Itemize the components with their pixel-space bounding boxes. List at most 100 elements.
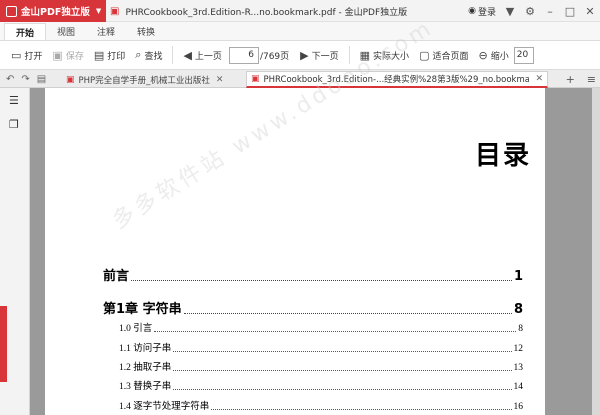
toolbar-divider — [172, 46, 174, 64]
toc-heading: 目录 — [475, 141, 532, 171]
toc-entry-page: 8 — [513, 302, 523, 317]
maximize-button[interactable]: □ — [560, 0, 580, 22]
tab-bar-actions: + ≡ — [566, 70, 596, 88]
printer-icon: ▤ — [93, 48, 105, 62]
prev-page-label: 上一页 — [194, 51, 222, 62]
fit-page-label: 适合页面 — [432, 51, 469, 62]
fit-page-button[interactable]: ▢ 适合页面 — [414, 44, 473, 66]
print-button[interactable]: ▤ 打印 — [89, 44, 130, 66]
window-controls: ◉ 登录 ▼ ⚙ – □ ✕ — [468, 0, 600, 22]
print-label: 打印 — [107, 51, 126, 62]
minimize-button[interactable]: – — [540, 0, 560, 22]
history-controls: ↶ ↷ ▤ — [6, 70, 46, 88]
page-number-input[interactable]: 6 — [228, 46, 259, 64]
close-button[interactable]: ✕ — [580, 0, 600, 22]
vertical-scrollbar[interactable] — [592, 88, 600, 415]
fit-page-icon: ▢ — [419, 48, 430, 62]
tab-list-icon[interactable]: ≡ — [587, 73, 596, 86]
sidebar-collapse-handle[interactable] — [0, 306, 7, 382]
skin-button[interactable]: ▼ — [500, 0, 520, 22]
toc-entry-page: 1 — [513, 269, 523, 284]
settings-button[interactable]: ⚙ — [520, 0, 540, 22]
chevron-down-icon: ▼ — [95, 7, 102, 15]
toc-entry[interactable]: 第1章 字符串 8 — [103, 298, 523, 317]
window-title-text: PHRCookbook_3rd.Edition-R...no.bookmark.… — [125, 7, 408, 18]
toc-entry-page: 13 — [513, 363, 524, 373]
thumbnail-icon[interactable]: ❐ — [9, 118, 22, 131]
find-button[interactable]: ⌕ 查找 — [130, 44, 167, 66]
tab-home[interactable]: 开始 — [4, 23, 47, 40]
toc-entry[interactable]: 1.3 替换子串 14 — [119, 378, 523, 392]
close-tab-icon[interactable]: ✕ — [535, 74, 543, 84]
login-button[interactable]: ◉ 登录 — [468, 5, 496, 18]
pdf-file-icon: ▣ — [110, 5, 120, 17]
open-label: 打开 — [24, 51, 43, 62]
new-tab-icon[interactable]: + — [566, 73, 575, 86]
doc-tab-php-manual[interactable]: ▣ PHP完全自学手册_机械工业出版社 ✕ — [62, 71, 244, 88]
tab-view[interactable]: 视图 — [46, 23, 86, 40]
toc-leader — [131, 280, 512, 281]
toc-entry-label: 1.2 抽取子串 — [119, 363, 172, 373]
toc-entry-page: 16 — [513, 402, 524, 412]
app-menu-button[interactable]: 金山PDF独立版 ▼ — [0, 0, 106, 22]
zoom-out-button[interactable]: ⊖ 缩小 — [473, 44, 513, 66]
actual-size-label: 实际大小 — [373, 51, 410, 62]
document-page: 目录 前言 1 第1章 字符串 8 1.0 引言 8 1.1 访问子串 12 1… — [45, 15, 545, 415]
toc-entry-label: 1.4 逐字节处理字符串 — [119, 402, 210, 412]
save-button[interactable]: ▣ 保存 — [47, 44, 88, 66]
toc-entry[interactable]: 1.0 引言 8 — [119, 320, 523, 334]
pdf-file-icon: ▣ — [66, 74, 75, 85]
actual-size-icon: ▦ — [359, 48, 371, 62]
open-button[interactable]: ▭ 打开 — [6, 44, 47, 66]
bookmark-list-icon[interactable]: ☰ — [9, 94, 22, 107]
actual-size-button[interactable]: ▦ 实际大小 — [355, 44, 414, 66]
toc-entry[interactable]: 前言 1 — [103, 265, 523, 284]
next-page-label: 下一页 — [311, 51, 339, 62]
toc-entry-page: 14 — [513, 382, 524, 392]
toc-entry[interactable]: 1.2 抽取子串 13 — [119, 359, 523, 373]
minimize-icon: – — [547, 4, 553, 18]
gear-icon: ⚙ — [525, 4, 535, 18]
toc-entry-page: 12 — [513, 344, 524, 354]
menu-bar: 开始 视图 注释 转换 — [0, 22, 600, 40]
save-label: 保存 — [65, 51, 84, 62]
undo-icon[interactable]: ↶ — [6, 74, 14, 85]
app-logo-icon — [6, 5, 17, 17]
window-title: ▣ PHRCookbook_3rd.Edition-R...no.bookmar… — [110, 0, 407, 22]
toc-entry-label: 第1章 字符串 — [103, 302, 182, 317]
save-icon: ▣ — [52, 48, 63, 62]
toc-leader — [173, 389, 512, 390]
toc-entry-label: 前言 — [103, 269, 130, 284]
user-icon: ◉ — [468, 6, 476, 16]
zoom-input[interactable]: 20 — [513, 46, 534, 64]
toc-entry-label: 1.0 引言 — [119, 324, 153, 334]
prev-page-button[interactable]: ◀ 上一页 — [178, 44, 226, 66]
toc-entry[interactable]: 1.4 逐字节处理字符串 16 — [119, 398, 523, 412]
toolbar-divider — [348, 46, 350, 64]
folder-icon: ▭ — [11, 48, 22, 62]
document-tab-bar: ↶ ↷ ▤ ▣ PHP完全自学手册_机械工业出版社 ✕ ▣ PHRCookboo… — [0, 70, 600, 88]
toolbar: ▭ 打开 ▣ 保存 ▤ 打印 ⌕ 查找 ◀ 上一页 6 /769页 ▶ 下一页 … — [0, 40, 600, 70]
doc-tab-php-cookbook[interactable]: ▣ PHRCookbook_3rd.Edition-...经典实例%28第3版%… — [246, 71, 548, 88]
app-brand-label: 金山PDF独立版 — [21, 7, 90, 18]
close-icon: ✕ — [585, 4, 595, 18]
page-total: /769页 — [259, 51, 290, 62]
tab-annotate[interactable]: 注释 — [86, 23, 126, 40]
doc-tab-label: PHRCookbook_3rd.Edition-...经典实例%28第3版%29… — [263, 75, 530, 85]
close-tab-icon[interactable]: ✕ — [216, 75, 224, 85]
login-label: 登录 — [477, 7, 496, 18]
arrow-right-icon: ▶ — [300, 48, 309, 62]
tab-convert[interactable]: 转换 — [126, 23, 166, 40]
zoom-out-icon: ⊖ — [478, 48, 488, 62]
pdf-file-icon: ▣ — [251, 74, 260, 84]
toc-entry[interactable]: 1.1 访问子串 12 — [119, 340, 523, 354]
find-label: 查找 — [144, 51, 163, 62]
search-icon: ⌕ — [135, 48, 142, 61]
redo-icon[interactable]: ↷ — [21, 74, 29, 85]
title-bar: 金山PDF独立版 ▼ ▣ PHRCookbook_3rd.Edition-R..… — [0, 0, 600, 22]
toc-leader — [183, 313, 512, 314]
toc-entry-label: 1.3 替换子串 — [119, 382, 172, 392]
collapse-icon[interactable]: ▤ — [37, 74, 46, 85]
toc-leader — [173, 370, 512, 371]
next-page-button[interactable]: ▶ 下一页 — [295, 44, 343, 66]
